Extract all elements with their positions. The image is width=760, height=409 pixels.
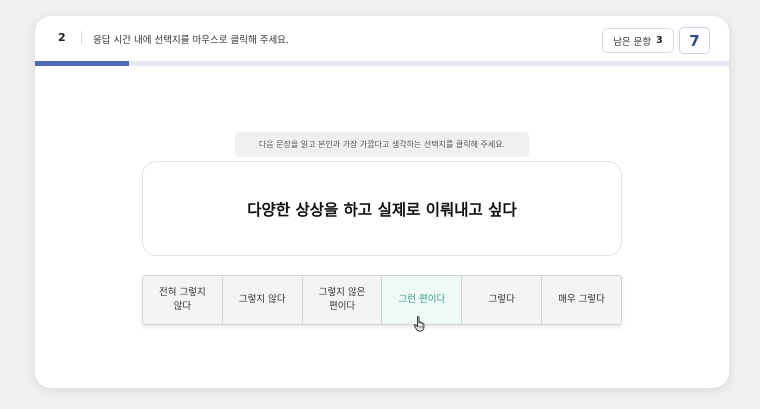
progress-bar-fill xyxy=(35,61,129,66)
countdown-timer: 7 xyxy=(679,27,710,54)
remaining-label: 남은 문항 xyxy=(613,36,652,48)
option-agree[interactable]: 그렇다 xyxy=(462,276,543,324)
progress-bar xyxy=(35,61,729,66)
question-number: 2 xyxy=(58,31,66,44)
statement-box: 다양한 상상을 하고 실제로 이뤄내고 싶다 xyxy=(142,161,622,256)
question-instruction: 응답 시간 내에 선택지를 마우스로 클릭해 주세요. xyxy=(93,35,289,46)
remaining-count: 3 xyxy=(656,35,663,46)
option-strongly-agree[interactable]: 매우 그렇다 xyxy=(542,276,621,324)
statement-text: 다양한 상상을 하고 실제로 이뤄내고 싶다 xyxy=(247,200,517,219)
answer-options: 전혀 그렇지 않다 그렇지 않다 그렇지 않은 편이다 그런 편이다 그렇다 매… xyxy=(142,275,622,325)
option-disagree[interactable]: 그렇지 않다 xyxy=(222,276,303,324)
guide-text: 다음 문장을 읽고 본인과 가장 가깝다고 생각하는 선택지를 클릭해 주세요. xyxy=(235,132,529,157)
header-divider xyxy=(81,31,82,44)
assessment-card: 2 응답 시간 내에 선택지를 마우스로 클릭해 주세요. 남은 문항 3 7 … xyxy=(35,16,729,388)
option-strongly-disagree[interactable]: 전혀 그렇지 않다 xyxy=(143,276,223,324)
option-somewhat-disagree[interactable]: 그렇지 않은 편이다 xyxy=(302,276,383,324)
remaining-questions-badge: 남은 문항 3 xyxy=(602,28,674,53)
question-header: 2 응답 시간 내에 선택지를 마우스로 클릭해 주세요. 남은 문항 3 7 xyxy=(35,16,729,61)
hand-pointer-icon xyxy=(413,316,425,332)
